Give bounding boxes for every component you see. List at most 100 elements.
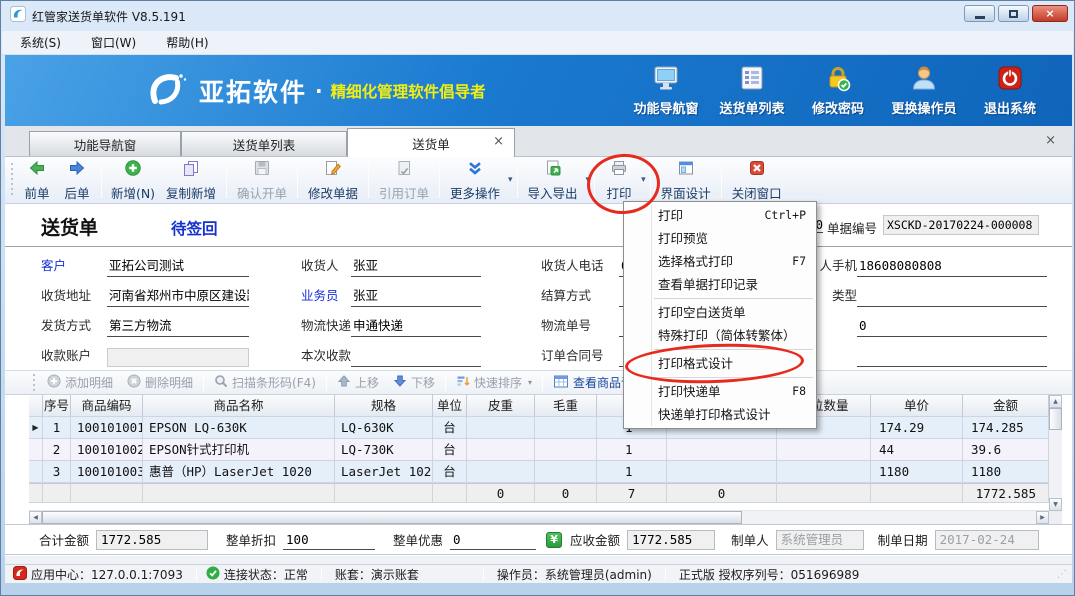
consignee-input[interactable]: 张亚: [351, 255, 481, 277]
logistics-input[interactable]: 申通快递: [351, 315, 481, 337]
cell: [667, 439, 777, 461]
tab-delivery-doc[interactable]: 送货单 ×: [347, 128, 515, 157]
hidden-field-input[interactable]: [857, 345, 1047, 367]
tab-close-icon[interactable]: ×: [493, 134, 504, 149]
menu-separator: [654, 349, 813, 350]
change-password-button[interactable]: 修改密码: [802, 64, 874, 117]
copy-add-button[interactable]: 复制新增: [160, 159, 222, 201]
operator-status: 操作员：系统管理员(admin): [497, 566, 652, 583]
cell: 100101001: [71, 417, 143, 439]
scroll-up-icon[interactable]: ▲: [1049, 395, 1062, 408]
switch-operator-button[interactable]: 更换操作员: [888, 64, 960, 117]
address-input[interactable]: 河南省郑州市中原区建设路: [107, 285, 249, 307]
dropdown-caret-icon: ▾: [508, 175, 513, 185]
salesman-input[interactable]: 张亚: [351, 285, 481, 307]
minimize-icon: [975, 16, 985, 19]
cell: 1180: [963, 461, 1049, 483]
cell: [535, 417, 597, 439]
menu-item-special-print[interactable]: 特殊打印（简体转繁体）: [624, 324, 816, 347]
tab-nav-window[interactable]: 功能导航窗: [29, 131, 181, 156]
cell: 174.285: [963, 417, 1049, 439]
green-check-icon: [206, 566, 220, 583]
menu-item-print-express[interactable]: 打印快递单F8: [624, 380, 816, 403]
col-header[interactable]: 金额: [963, 395, 1049, 417]
cell: 台: [433, 461, 467, 483]
scrollbar-thumb[interactable]: [1049, 408, 1062, 430]
menu-item-print-preview[interactable]: 打印预览: [624, 227, 816, 250]
maximize-button[interactable]: [998, 5, 1029, 22]
cell: LQ-630K: [335, 417, 433, 439]
import-export-icon: [544, 159, 562, 181]
quick-sort-button[interactable]: 快速排序 ▾: [449, 374, 539, 391]
maker-label: 制单人: [731, 530, 769, 549]
scroll-down-icon[interactable]: ▼: [1049, 498, 1062, 511]
make-date-label: 制单日期: [878, 530, 928, 549]
ui-design-button[interactable]: 界面设计: [655, 159, 717, 201]
horizontal-scrollbar[interactable]: ◀ ▶: [29, 511, 1049, 524]
col-header[interactable]: 毛重: [535, 395, 597, 417]
minimize-button[interactable]: [964, 5, 995, 22]
menu-window[interactable]: 窗口(W): [81, 31, 146, 54]
close-button[interactable]: ×: [1032, 5, 1068, 22]
close-window-button[interactable]: 关闭窗口: [726, 159, 788, 201]
cell: 1180: [871, 461, 963, 483]
mobile-input[interactable]: 18608080808: [857, 255, 1047, 277]
cell: 100101002: [71, 439, 143, 461]
exit-system-button[interactable]: 退出系统: [974, 64, 1046, 117]
menu-item-print-format-design[interactable]: 打印格式设计: [624, 352, 816, 375]
make-date-value: 2017-02-24: [935, 530, 1039, 550]
arrow-left-icon: [28, 159, 46, 181]
menu-item-print-history[interactable]: 查看单据打印记录: [624, 273, 816, 296]
scrollbar-thumb[interactable]: [42, 511, 742, 524]
arrow-up-icon: [337, 374, 351, 391]
row-selector: [29, 461, 43, 483]
tab-delivery-list[interactable]: 送货单列表: [181, 131, 347, 156]
col-header[interactable]: 商品编码: [71, 395, 143, 417]
cell: 1: [597, 461, 667, 483]
payment-input[interactable]: [351, 345, 481, 367]
brand-slogan: 精细化管理软件倡导者: [331, 80, 486, 102]
nav-window-button[interactable]: 功能导航窗: [630, 64, 702, 117]
col-header[interactable]: 规格: [335, 395, 433, 417]
reduce-input[interactable]: 0: [450, 530, 536, 550]
tabstrip-close-icon[interactable]: ×: [1045, 133, 1056, 148]
menu-item-select-format-print[interactable]: 选择格式打印F7: [624, 250, 816, 273]
edit-icon: [324, 159, 342, 181]
confirm-doc-button: 确认开单: [231, 159, 293, 201]
print-button[interactable]: 打印 ▾: [599, 159, 646, 201]
menu-item-express-format-design[interactable]: 快递单打印格式设计: [624, 403, 816, 426]
menu-item-print[interactable]: 打印Ctrl+P: [624, 204, 816, 227]
cell: 0: [467, 483, 535, 503]
menu-item-print-blank[interactable]: 打印空白送货单: [624, 301, 816, 324]
prev-doc-button[interactable]: 前单: [17, 159, 57, 201]
customer-input[interactable]: 亚拓公司测试: [107, 255, 249, 277]
table-row[interactable]: 3 100101003 惠普（HP）LaserJet 1020 LaserJet…: [29, 461, 1049, 483]
col-header[interactable]: 皮重: [467, 395, 535, 417]
more-actions-button[interactable]: 更多操作 ▾: [444, 159, 513, 201]
hidden-field-input[interactable]: 0: [857, 315, 1047, 337]
vertical-scrollbar[interactable]: ▲ ▼: [1049, 395, 1062, 511]
col-header[interactable]: 序号: [43, 395, 71, 417]
type-input[interactable]: [857, 285, 1047, 307]
tab-label: 送货单: [412, 134, 450, 153]
next-doc-button[interactable]: 后单: [57, 159, 97, 201]
col-header[interactable]: 商品名称: [143, 395, 335, 417]
x-circle-gray-icon: [127, 374, 141, 391]
import-export-button[interactable]: 导入导出 ▾: [522, 159, 591, 201]
account-input[interactable]: [107, 348, 249, 367]
add-doc-button[interactable]: 新增(N): [106, 159, 160, 201]
cell: [143, 483, 335, 503]
col-header[interactable]: 单价: [871, 395, 963, 417]
table-row[interactable]: 2 100101002 EPSON针式打印机 LQ-730K 台 1 44 39…: [29, 439, 1049, 461]
brand: 亚拓软件 · 精细化管理软件倡导者: [145, 71, 486, 111]
scroll-right-icon[interactable]: ▶: [1036, 511, 1049, 524]
menu-help[interactable]: 帮助(H): [156, 31, 218, 54]
delivery-list-button[interactable]: 送货单列表: [716, 64, 788, 117]
discount-input[interactable]: 100: [283, 530, 375, 550]
col-header[interactable]: 单位: [433, 395, 467, 417]
modify-doc-button[interactable]: 修改单据: [302, 159, 364, 201]
scroll-left-icon[interactable]: ◀: [29, 511, 42, 524]
table-row[interactable]: ▶ 1 100101001 EPSON LQ-630K LQ-630K 台 1 …: [29, 417, 1049, 439]
menu-system[interactable]: 系统(S): [10, 31, 71, 54]
ship-method-input[interactable]: 第三方物流: [107, 315, 249, 337]
